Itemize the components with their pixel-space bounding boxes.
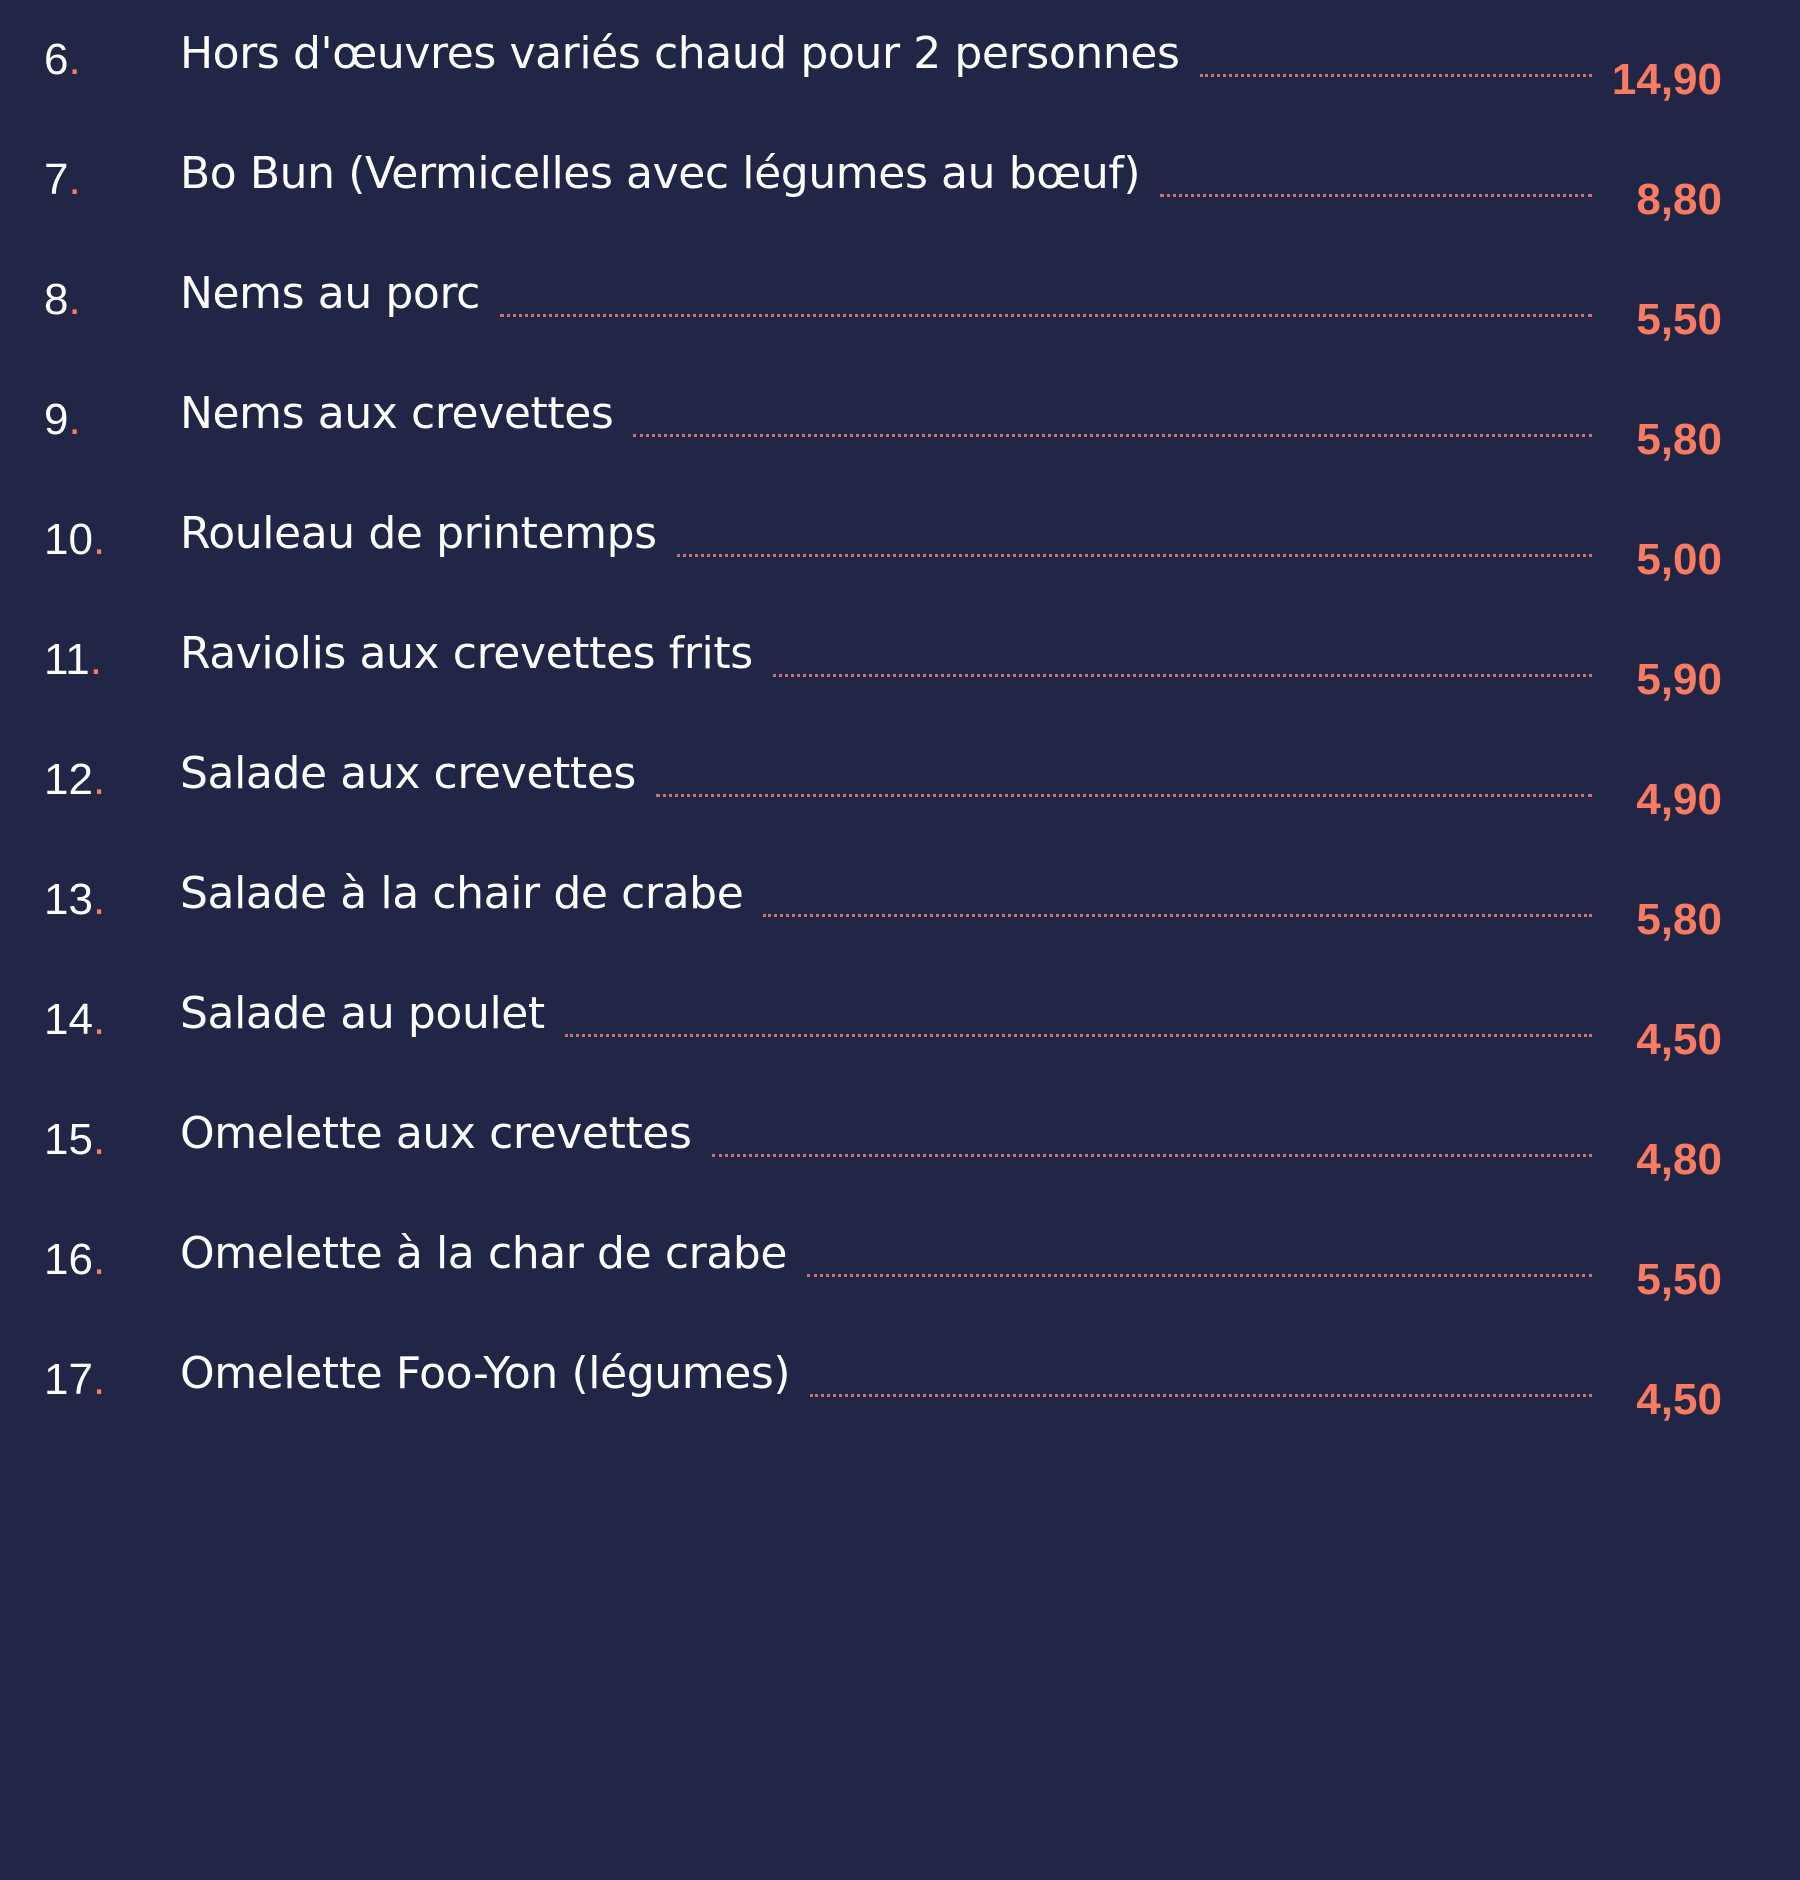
item-number-dot: .	[68, 155, 81, 204]
item-name: Omelette à la char de crabe	[180, 1228, 788, 1279]
item-number-dot: .	[92, 1235, 106, 1284]
item-row: Salade au poulet	[180, 988, 1592, 1050]
menu-item: 11. Raviolis aux crevettes frits 5,90	[0, 600, 1800, 704]
item-number-value: 10	[44, 515, 93, 564]
menu-item: 12. Salade aux crevettes 4,90	[0, 720, 1800, 824]
item-number: 6.	[44, 30, 81, 90]
item-number-value: 6	[44, 35, 69, 84]
item-number: 9.	[44, 390, 81, 450]
item-number-value: 12	[44, 755, 93, 804]
dotted-leader	[763, 914, 1592, 917]
dotted-leader	[1199, 74, 1592, 77]
item-name: Nems aux crevettes	[180, 388, 614, 439]
item-number-value: 11	[44, 635, 90, 684]
item-price: 5,50	[1636, 1255, 1722, 1304]
item-number: 8.	[44, 270, 81, 330]
item-number: 15.	[44, 1110, 105, 1170]
item-name: Omelette Foo-Yon (légumes)	[180, 1348, 791, 1399]
item-price: 14,90	[1611, 55, 1722, 104]
item-row: Nems aux crevettes	[180, 388, 1592, 450]
item-number: 14.	[44, 990, 105, 1050]
item-row: Omelette à la char de crabe	[180, 1228, 1592, 1290]
menu-item: 15. Omelette aux crevettes 4,80	[0, 1080, 1800, 1184]
dotted-leader	[807, 1274, 1592, 1277]
item-number-dot: .	[92, 995, 106, 1044]
item-number-dot: .	[68, 275, 81, 324]
item-number-dot: .	[92, 875, 106, 924]
menu-item: 14. Salade au poulet 4,50	[0, 960, 1800, 1064]
dotted-leader	[711, 1154, 1592, 1157]
item-row: Raviolis aux crevettes frits	[180, 628, 1592, 690]
item-price: 8,80	[1636, 175, 1722, 224]
item-number-value: 7	[44, 155, 69, 204]
dotted-leader	[499, 314, 1592, 317]
item-row: Hors d'œuvres variés chaud pour 2 person…	[180, 28, 1592, 90]
item-price: 5,80	[1636, 895, 1722, 944]
item-price: 4,80	[1636, 1135, 1722, 1184]
item-number-value: 8	[44, 275, 69, 324]
item-row: Bo Bun (Vermicelles avec légumes au bœuf…	[180, 148, 1592, 210]
item-number-dot: .	[68, 395, 81, 444]
item-row: Nems au porc	[180, 268, 1592, 330]
item-number: 11.	[44, 630, 102, 690]
item-row: Omelette Foo-Yon (légumes)	[180, 1348, 1592, 1410]
dotted-leader	[810, 1394, 1592, 1397]
item-price: 5,80	[1636, 415, 1722, 464]
menu-item: 10. Rouleau de printemps 5,00	[0, 480, 1800, 584]
item-number-dot: .	[68, 35, 81, 84]
item-number: 17.	[44, 1350, 105, 1410]
item-price: 4,50	[1636, 1015, 1722, 1064]
item-number-dot: .	[92, 1115, 106, 1164]
item-number-value: 15	[44, 1115, 93, 1164]
dotted-leader	[1160, 194, 1592, 197]
item-row: Salade aux crevettes	[180, 748, 1592, 810]
menu-item: 7. Bo Bun (Vermicelles avec légumes au b…	[0, 120, 1800, 224]
item-name: Bo Bun (Vermicelles avec légumes au bœuf…	[180, 148, 1141, 199]
menu-item: 9. Nems aux crevettes 5,80	[0, 360, 1800, 464]
item-price: 4,50	[1636, 1375, 1722, 1424]
item-name: Salade à la chair de crabe	[180, 868, 744, 919]
dotted-leader	[655, 794, 1592, 797]
item-number-value: 14	[44, 995, 93, 1044]
item-name: Salade au poulet	[180, 988, 545, 1039]
item-number: 10.	[44, 510, 105, 570]
item-number: 13.	[44, 870, 105, 930]
item-name: Hors d'œuvres variés chaud pour 2 person…	[180, 28, 1180, 79]
item-row: Rouleau de printemps	[180, 508, 1592, 570]
menu-item: 17. Omelette Foo-Yon (légumes) 4,50	[0, 1320, 1800, 1424]
item-number-value: 16	[44, 1235, 93, 1284]
item-number-dot: .	[92, 515, 106, 564]
item-number: 16.	[44, 1230, 105, 1290]
item-price: 5,00	[1636, 535, 1722, 584]
item-number-value: 13	[44, 875, 93, 924]
item-row: Omelette aux crevettes	[180, 1108, 1592, 1170]
item-price: 4,90	[1636, 775, 1722, 824]
item-name: Nems au porc	[180, 268, 480, 319]
item-name: Raviolis aux crevettes frits	[180, 628, 753, 679]
item-number-dot: .	[92, 1355, 106, 1404]
item-row: Salade à la chair de crabe	[180, 868, 1592, 930]
menu-item: 8. Nems au porc 5,50	[0, 240, 1800, 344]
item-number: 7.	[44, 150, 81, 210]
dotted-leader	[772, 674, 1592, 677]
menu-item: 6. Hors d'œuvres variés chaud pour 2 per…	[0, 0, 1800, 104]
item-name: Omelette aux crevettes	[180, 1108, 692, 1159]
dotted-leader	[633, 434, 1592, 437]
item-number-dot: .	[89, 635, 102, 684]
item-number-value: 9	[44, 395, 69, 444]
dotted-leader	[676, 554, 1592, 557]
item-number-value: 17	[44, 1355, 93, 1404]
item-name: Rouleau de printemps	[180, 508, 657, 559]
dotted-leader	[564, 1034, 1592, 1037]
menu-item: 13. Salade à la chair de crabe 5,80	[0, 840, 1800, 944]
menu-item: 16. Omelette à la char de crabe 5,50	[0, 1200, 1800, 1304]
item-number-dot: .	[92, 755, 106, 804]
item-price: 5,90	[1636, 655, 1722, 704]
item-name: Salade aux crevettes	[180, 748, 636, 799]
item-number: 12.	[44, 750, 105, 810]
menu-page: { "items": [ {"number": "6", "dot": ".",…	[0, 0, 1800, 1880]
item-price: 5,50	[1636, 295, 1722, 344]
